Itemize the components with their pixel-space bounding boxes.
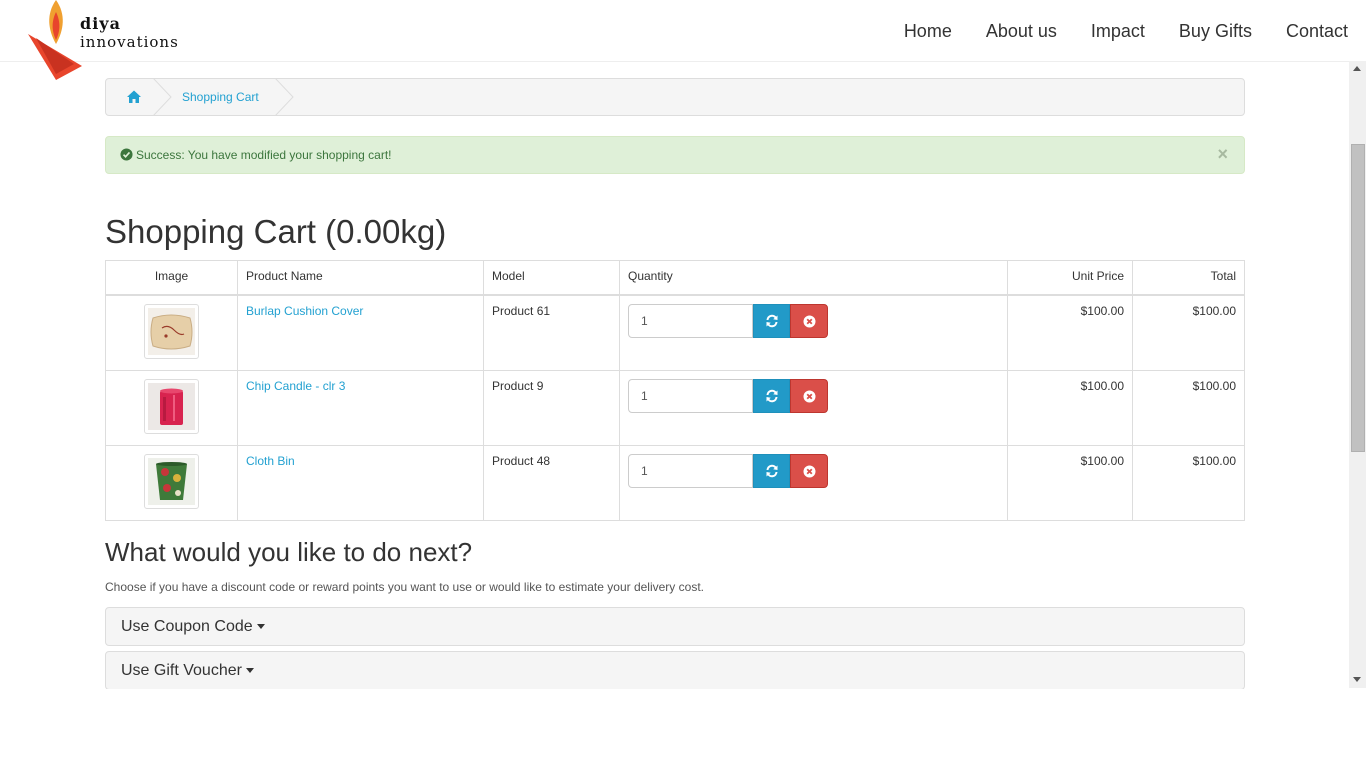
nav-about-us[interactable]: About us [986,20,1057,42]
breadcrumb-separator-icon [275,79,294,115]
table-row: Burlap Cushion Cover Product 61 1 $100.0… [105,294,1245,371]
cushion-image-icon [148,308,195,355]
remove-button[interactable] [790,304,828,338]
update-button[interactable] [753,454,790,488]
brand-name: diya innovations [80,14,179,52]
coupon-panel[interactable]: Use Coupon Code [105,607,1245,646]
cell-model: Product 9 [483,370,620,446]
candle-image-icon [148,383,195,430]
product-thumbnail[interactable] [144,454,199,509]
product-link[interactable]: Chip Candle - clr 3 [246,379,345,393]
cloth-bin-image-icon [148,458,195,505]
cell-unit-price: $100.00 [1007,294,1133,371]
header-image: Image [105,260,238,296]
check-circle-icon [120,148,133,161]
quantity-input[interactable] [628,379,753,413]
nav-home[interactable]: Home [904,20,952,42]
refresh-icon [766,314,777,328]
viewport-bottom-blank [0,689,1366,768]
scroll-down-arrow-icon[interactable] [1349,672,1366,688]
site-header: diya innovations Home About us Impact Bu… [0,0,1366,80]
remove-circle-icon [803,390,815,402]
cell-image [105,445,238,521]
product-link[interactable]: Cloth Bin [246,454,295,468]
table-row: Cloth Bin Product 48 1 $100.00 $100.00 [105,445,1245,521]
coupon-panel-label: Use Coupon Code [121,618,253,635]
breadcrumb-shopping-cart[interactable]: Shopping Cart [182,90,259,104]
gift-voucher-panel[interactable]: Use Gift Voucher [105,651,1245,690]
main-nav: Home About us Impact Buy Gifts Contact [870,20,1348,42]
page-scrollbar[interactable] [1349,61,1366,688]
quantity-input[interactable] [628,454,753,488]
quantity-group [628,379,999,413]
cart-table: Image Product Name Model Quantity Unit P… [105,260,1245,521]
cell-quantity [619,370,1008,446]
table-header-row: Image Product Name Model Quantity Unit P… [105,260,1245,296]
cell-image [105,294,238,371]
next-steps-title: What would you like to do next? [105,537,473,567]
remove-circle-icon [803,465,815,477]
refresh-icon [766,464,777,478]
remove-circle-icon [803,315,815,327]
quantity-group [628,304,999,338]
header-model: Model [483,260,620,296]
brand-logo[interactable]: diya innovations [26,0,186,80]
cell-unit-price: $100.00 [1007,370,1133,446]
gift-voucher-panel-label: Use Gift Voucher [121,662,242,679]
scrollbar-thumb[interactable] [1351,144,1365,452]
cell-total: $100.00 [1132,445,1245,521]
nav-impact[interactable]: Impact [1091,20,1145,42]
update-button[interactable] [753,379,790,413]
success-alert: Success: You have modified your shopping… [105,136,1245,174]
header-product-name: Product Name [237,260,484,296]
brand-line1: diya [80,14,121,33]
cell-image [105,370,238,446]
product-link[interactable]: Burlap Cushion Cover [246,304,363,318]
scroll-up-arrow-icon[interactable] [1349,61,1366,77]
gift-voucher-panel-title[interactable]: Use Gift Voucher [121,662,254,680]
brand-line2: innovations [80,33,179,51]
cell-product-name: Burlap Cushion Cover [237,294,484,371]
nav-buy-gifts[interactable]: Buy Gifts [1179,20,1252,42]
header-total: Total [1132,260,1245,296]
page-title: Shopping Cart (0.00kg) [105,213,447,250]
table-row: Chip Candle - clr 3 Product 9 1 $100.00 … [105,370,1245,446]
breadcrumb: Shopping Cart [105,78,1245,116]
cell-model: Product 61 [483,294,620,371]
remove-button[interactable] [790,379,828,413]
cell-unit-price: $100.00 [1007,445,1133,521]
cell-model: Product 48 [483,445,620,521]
cell-product-name: Cloth Bin [237,445,484,521]
cell-quantity [619,445,1008,521]
breadcrumb-separator-icon [153,79,172,115]
coupon-panel-title[interactable]: Use Coupon Code [121,618,265,636]
product-thumbnail[interactable] [144,379,199,434]
refresh-icon [766,389,777,403]
remove-button[interactable] [790,454,828,488]
close-icon[interactable]: × [1217,145,1228,163]
caret-down-icon [245,668,254,674]
header-unit-price: Unit Price [1007,260,1133,296]
quantity-group [628,454,999,488]
update-button[interactable] [753,304,790,338]
cell-quantity [619,294,1008,371]
alert-message: Success: You have modified your shopping… [136,148,392,162]
cell-total: $100.00 [1132,294,1245,371]
quantity-input[interactable] [628,304,753,338]
caret-down-icon [256,624,265,630]
cell-total: $100.00 [1132,370,1245,446]
cell-product-name: Chip Candle - clr 3 [237,370,484,446]
header-quantity: Quantity [619,260,1008,296]
product-thumbnail[interactable] [144,304,199,359]
next-steps-hint: Choose if you have a discount code or re… [105,580,704,594]
nav-contact[interactable]: Contact [1286,20,1348,42]
home-icon[interactable] [126,89,142,105]
